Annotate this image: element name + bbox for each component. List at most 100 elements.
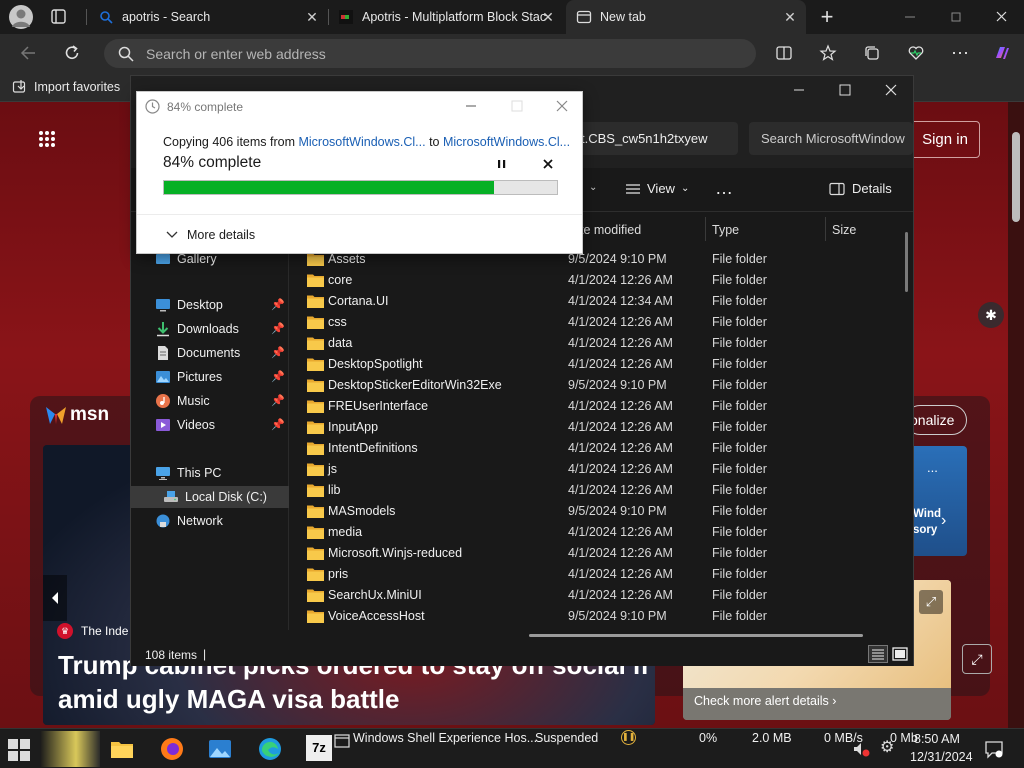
file-list-scrollbar[interactable]	[905, 232, 908, 292]
file-explorer-taskbar-icon[interactable]	[108, 735, 136, 763]
tab-new-tab[interactable]: New tab ✕	[566, 0, 806, 34]
app-launcher-icon[interactable]	[38, 130, 56, 148]
file-row[interactable]: DesktopSpotlight 4/1/2024 12:26 AM File fo…	[300, 354, 860, 375]
copilot-button[interactable]	[988, 39, 1016, 67]
file-row[interactable]: Cortana.UI 4/1/2024 12:34 AM File folder	[300, 291, 860, 312]
back-button[interactable]	[14, 39, 42, 67]
cancel-copy-button[interactable]	[540, 156, 556, 172]
nav-videos[interactable]: Videos 📌	[131, 414, 289, 436]
close-tab-icon[interactable]: ✕	[304, 9, 320, 25]
address-bar[interactable]	[104, 39, 756, 68]
refresh-button[interactable]	[58, 39, 86, 67]
nav-downloads[interactable]: Downloads 📌	[131, 318, 289, 340]
nav-desktop[interactable]: Desktop 📌	[131, 294, 289, 316]
copy-to-text: to	[425, 135, 443, 149]
file-row[interactable]: MASmodels 9/5/2024 9:10 PM File folder	[300, 501, 860, 522]
restore-button[interactable]	[946, 9, 966, 25]
profile-avatar[interactable]	[9, 5, 33, 29]
tab-actions-button[interactable]	[50, 8, 68, 26]
file-row[interactable]: VoiceAccessHost 9/5/2024 9:10 PM File fold…	[300, 606, 860, 627]
file-row[interactable]: InputApp 4/1/2024 12:26 AM File folder	[300, 417, 860, 438]
favorites-star-button[interactable]	[814, 39, 842, 67]
dialog-title: 84% complete	[167, 100, 244, 114]
dialog-close-button[interactable]	[554, 98, 570, 114]
firefox-taskbar-icon[interactable]	[158, 735, 186, 763]
address-input[interactable]	[146, 45, 706, 62]
view-button[interactable]: View ⌄	[625, 181, 689, 196]
pause-button[interactable]	[494, 156, 510, 172]
column-date-modified[interactable]: te modified	[580, 223, 641, 237]
file-row[interactable]: js 4/1/2024 12:26 AM File folder	[300, 459, 860, 480]
folder-icon	[111, 742, 133, 758]
copilot-sparkle-icon[interactable]: ✱	[978, 302, 1004, 328]
tiles-view-button[interactable]	[891, 645, 909, 663]
column-type[interactable]: Type	[712, 223, 739, 237]
details-view-button[interactable]	[868, 645, 888, 663]
settings-gear-icon[interactable]: ⚙	[880, 739, 898, 757]
personalize-button[interactable]: onalize	[905, 405, 967, 435]
tab-apotris-search[interactable]: apotris - Search ✕	[88, 0, 328, 34]
sort-chevron-icon[interactable]: ⌄	[589, 182, 597, 193]
clock-date[interactable]: 12/31/2024	[910, 750, 973, 764]
tab-apotris-site[interactable]: Apotris - Multiplatform Block Stac ✕	[328, 0, 564, 34]
dialog-minimize-button[interactable]	[463, 98, 479, 114]
file-row[interactable]: IntentDefinitions 4/1/2024 12:26 AM File f…	[300, 438, 860, 459]
file-row[interactable]: Microsoft.Winjs-reduced 4/1/2024 12:26 AM…	[300, 543, 860, 564]
carousel-prev-button[interactable]	[43, 575, 67, 621]
column-size[interactable]: Size	[832, 223, 856, 237]
clock-time[interactable]: 8:50 AM	[914, 732, 960, 746]
expand-map-button[interactable]: ⤢	[919, 590, 943, 614]
msn-logo[interactable]: msn	[44, 404, 109, 426]
nav-music[interactable]: Music 📌	[131, 390, 289, 412]
page-scrollbar[interactable]	[1008, 102, 1024, 728]
edge-taskbar-icon[interactable]	[256, 735, 284, 763]
photos-taskbar-icon[interactable]	[206, 735, 234, 763]
card-more-button[interactable]: ...	[927, 460, 938, 475]
collections-button[interactable]	[858, 39, 886, 67]
close-tab-icon[interactable]: ✕	[540, 9, 556, 25]
split-screen-button[interactable]	[770, 39, 798, 67]
browser-essentials-button[interactable]	[902, 39, 930, 67]
explorer-close-button[interactable]	[883, 82, 899, 98]
start-button[interactable]	[6, 737, 32, 763]
file-row[interactable]: core 4/1/2024 12:26 AM File folder	[300, 270, 860, 291]
nav-pictures[interactable]: Pictures 📌	[131, 366, 289, 388]
nav-documents[interactable]: Documents 📌	[131, 342, 289, 364]
settings-more-button[interactable]: ⋯	[946, 39, 974, 67]
chevron-right-icon[interactable]: ›	[941, 512, 946, 530]
close-window-button[interactable]	[992, 9, 1012, 25]
volume-muted-icon[interactable]	[852, 741, 870, 757]
minimize-button[interactable]	[900, 9, 920, 25]
fullscreen-button[interactable]: ⤢	[962, 644, 992, 674]
sign-in-button[interactable]: Sign in	[910, 121, 980, 158]
explorer-minimize-button[interactable]	[791, 82, 807, 98]
nav-network[interactable]: Network	[131, 510, 289, 532]
explorer-search-box[interactable]: Search MicrosoftWindow	[749, 122, 913, 155]
nav-local-disk[interactable]: Local Disk (C:)	[131, 486, 289, 508]
file-row[interactable]: lib 4/1/2024 12:26 AM File folder	[300, 480, 860, 501]
widget-thumbnail[interactable]	[40, 731, 100, 767]
7zip-taskbar-icon[interactable]: 7z	[306, 735, 332, 761]
explorer-address-bar[interactable]: t.CBS_cw5n1h2txyew	[571, 122, 738, 155]
source-folder-link[interactable]: MicrosoftWindows.Cl...	[298, 135, 425, 149]
new-tab-button[interactable]: +	[816, 6, 838, 28]
file-row[interactable]: DesktopStickerEditorWin32Exe 9/5/2024 9:1…	[300, 375, 860, 396]
check-alert-link[interactable]: Check more alert details ›	[694, 694, 836, 708]
close-tab-icon[interactable]: ✕	[782, 9, 798, 25]
pin-icon: 📌	[271, 371, 285, 383]
file-row[interactable]: css 4/1/2024 12:26 AM File folder	[300, 312, 860, 333]
file-row[interactable]: FREUserInterface 4/1/2024 12:26 AM File fo…	[300, 396, 860, 417]
more-details-toggle[interactable]: More details	[137, 214, 582, 254]
notification-center-button[interactable]	[984, 739, 1004, 759]
explorer-maximize-button[interactable]	[837, 82, 853, 98]
import-favorites-button[interactable]: Import favorites	[12, 79, 120, 95]
destination-folder-link[interactable]: MicrosoftWindows.Cl...	[443, 135, 570, 149]
horizontal-scrollbar[interactable]	[529, 634, 863, 637]
nav-this-pc[interactable]: This PC	[131, 462, 289, 484]
details-pane-button[interactable]: Details	[829, 181, 892, 196]
file-row[interactable]: SearchUx.MiniUI 4/1/2024 12:26 AM File fol…	[300, 585, 860, 606]
file-row[interactable]: media 4/1/2024 12:26 AM File folder	[300, 522, 860, 543]
more-options-button[interactable]: …	[715, 178, 733, 199]
file-row[interactable]: data 4/1/2024 12:26 AM File folder	[300, 333, 860, 354]
file-row[interactable]: pris 4/1/2024 12:26 AM File folder	[300, 564, 860, 585]
